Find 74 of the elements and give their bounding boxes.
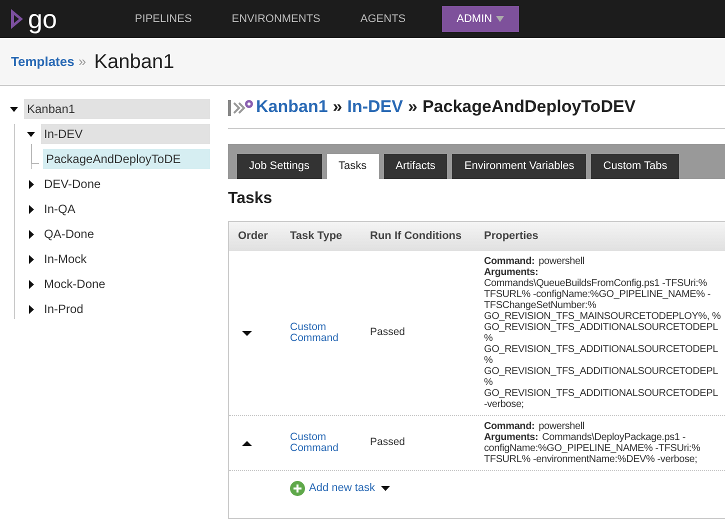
arguments-text: GO_REVISION_TFS_ADDITIONALSOURCETODEPL xyxy=(484,344,719,355)
tree-item[interactable]: Kanban1 xyxy=(24,99,210,119)
add-icon[interactable] xyxy=(290,480,305,496)
table-cell-text: Passed xyxy=(369,435,406,450)
tab[interactable]: Custom Tabs xyxy=(591,154,680,179)
column-header: Order xyxy=(237,229,269,244)
command-label: Command: xyxy=(484,256,535,267)
command-label: Command: xyxy=(484,421,535,432)
tree-item[interactable]: In-DEV xyxy=(41,124,210,144)
column-header: Task Type xyxy=(289,229,344,244)
tree-item[interactable]: PackageAndDeployToDE xyxy=(43,149,210,169)
arguments-text: % xyxy=(484,355,494,366)
task-type-link[interactable]: Custom Command xyxy=(290,322,361,344)
tree-line xyxy=(31,144,39,164)
arguments-text: Commands\DeployPackage.ps1 - xyxy=(542,432,686,443)
arguments-text: -verbose; xyxy=(484,399,525,410)
template-link[interactable]: Kanban1 xyxy=(256,94,328,120)
nav-item[interactable]: AGENTS xyxy=(344,10,422,28)
tree-item[interactable]: QA-Done xyxy=(41,224,210,244)
tree-item[interactable]: DEV-Done xyxy=(41,174,210,194)
page-title: Kanban1 xyxy=(94,50,174,74)
collapsed-arrow-icon[interactable] xyxy=(27,280,36,288)
logo-text: go xyxy=(28,6,57,32)
tab[interactable]: Artifacts xyxy=(384,154,448,179)
arguments-text: TFSURL% -configName:%GO_PIPELINE_NAME% - xyxy=(484,289,712,300)
logo-icon xyxy=(10,8,24,30)
nav-item[interactable]: PIPELINES xyxy=(118,10,208,28)
collapsed-arrow-icon[interactable] xyxy=(27,204,36,214)
arguments-text: GO_REVISION_TFS_ADDITIONALSOURCETODEPL xyxy=(484,366,719,377)
arguments-text: % xyxy=(484,377,494,388)
tree-item[interactable]: In-QA xyxy=(41,199,210,219)
job-icon xyxy=(228,98,254,116)
arguments-label: Arguments: xyxy=(484,267,540,278)
expanded-arrow-icon[interactable] xyxy=(27,130,36,138)
move-down-arrow-icon[interactable] xyxy=(242,330,252,336)
collapsed-arrow-icon[interactable] xyxy=(27,180,36,188)
breadcrumb-separator: » xyxy=(78,52,86,71)
nav-item[interactable]: ENVIRONMENTS xyxy=(216,10,336,28)
collapsed-arrow-icon[interactable] xyxy=(27,304,36,314)
stage-link[interactable]: In-DEV xyxy=(347,94,403,120)
table-cell-text: Passed xyxy=(369,325,406,340)
arguments-label: Arguments: xyxy=(484,432,538,443)
caret-icon xyxy=(496,16,504,22)
command-value: powershell xyxy=(538,421,584,432)
separator: » xyxy=(332,96,342,118)
tab[interactable]: Tasks xyxy=(326,154,379,179)
arguments-text: TFSChangeSetNumber:% xyxy=(484,300,598,311)
tab[interactable]: Job Settings xyxy=(237,154,322,179)
task-type-link[interactable]: Custom Command xyxy=(290,432,361,454)
column-header: Properties xyxy=(483,229,540,244)
arguments-text: GO_REVISION_TFS_ADDITIONALSOURCETODEPL xyxy=(484,322,719,333)
section-title: Tasks xyxy=(228,189,274,209)
collapsed-arrow-icon[interactable] xyxy=(27,254,36,264)
separator: » xyxy=(408,96,418,118)
templates-link[interactable]: Templates xyxy=(11,52,74,72)
arguments-text: Commands\QueueBuildsFromConfig.ps1 -TFSUri:% xyxy=(484,278,708,289)
arguments-text: GO_REVISION_TFS_ADDITIONALSOURCETODEPL xyxy=(484,388,719,399)
move-up-arrow-icon[interactable] xyxy=(242,440,252,446)
job-title: PackageAndDeployToDEV xyxy=(422,96,636,118)
arguments-text: GO_REVISION_TFS_MAINSOURCETODEPLOY%, % xyxy=(484,311,722,322)
arguments-text: % xyxy=(484,333,494,344)
tree-item[interactable]: In-Prod xyxy=(41,299,210,319)
arguments-text: TFSURL% -environmentName:%DEV% -verbose; xyxy=(484,454,698,465)
arguments-text: configName:%GO_PIPELINE_NAME% -TFSUri:% xyxy=(484,443,702,454)
tree-item[interactable]: Mock-Done xyxy=(41,274,210,294)
add-task-link[interactable]: Add new task xyxy=(309,480,376,496)
column-header: Run If Conditions xyxy=(369,229,463,244)
tab[interactable]: Environment Variables xyxy=(452,154,586,179)
collapsed-arrow-icon[interactable] xyxy=(27,230,36,238)
expanded-arrow-icon[interactable] xyxy=(10,104,19,114)
tree-item[interactable]: In-Mock xyxy=(41,249,210,269)
caret-icon[interactable] xyxy=(381,486,390,491)
nav-item[interactable]: ADMIN xyxy=(442,6,520,32)
command-value: powershell xyxy=(538,256,584,267)
